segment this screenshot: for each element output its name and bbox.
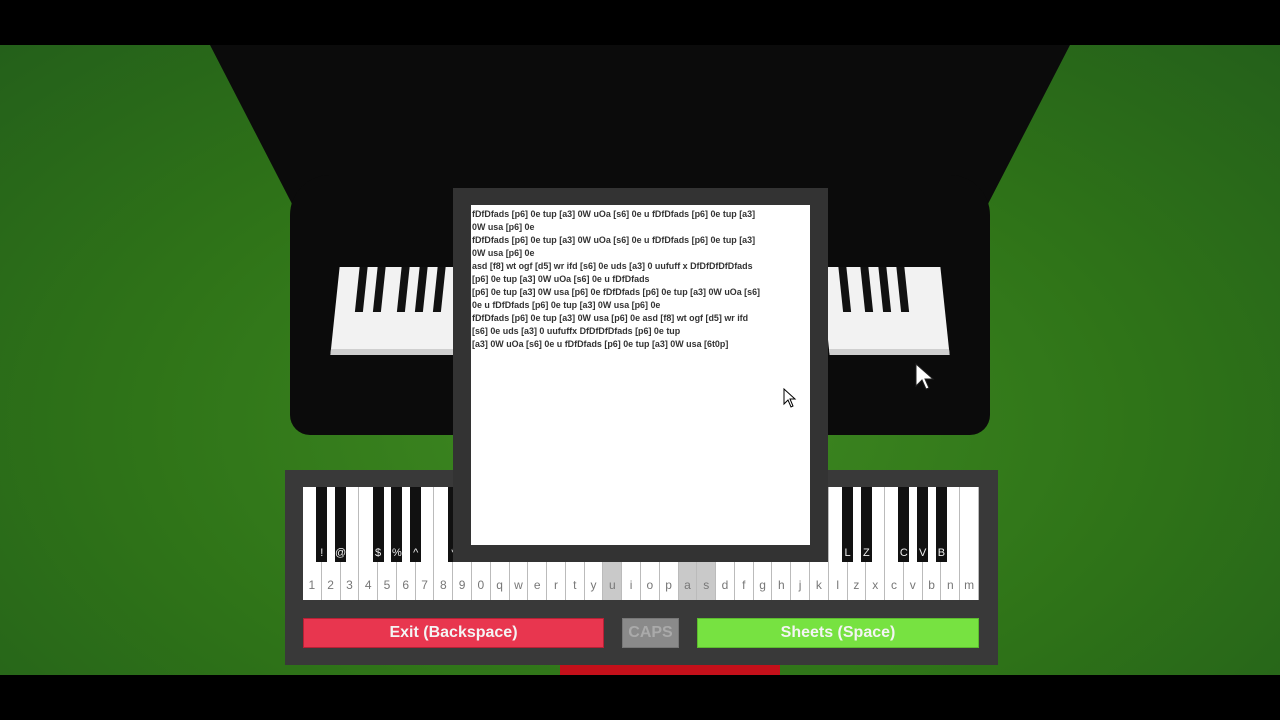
sheet-line: asd [f8] wt ogf [d5] wr ifd [s6] 0e uds …	[472, 261, 753, 272]
sheet-line: [a3] 0W uOa [s6] 0e u fDfDfads [p6] 0e t…	[472, 339, 729, 350]
black-key[interactable]: $	[372, 487, 384, 562]
black-key[interactable]: %	[391, 487, 403, 562]
exit-button[interactable]: Exit (Backspace)	[303, 618, 604, 648]
caps-button[interactable]: CAPS	[622, 618, 679, 648]
sheet-line: fDfDfads [p6] 0e tup [a3] 0W uOa [s6] 0e…	[472, 209, 756, 220]
piano-keys-left	[330, 267, 465, 355]
sheet-line: 0W usa [p6] 0e	[472, 248, 535, 259]
sheet-line: 0W usa [p6] 0e	[472, 222, 535, 233]
sheet-line: fDfDfads [p6] 0e tup [a3] 0W usa [p6] 0e…	[472, 313, 749, 324]
sheet-line: fDfDfads [p6] 0e tup [a3] 0W uOa [s6] 0e…	[472, 235, 756, 246]
sheet-music-panel: fDfDfads [p6] 0e tup [a3] 0W uOa [s6] 0e…	[453, 188, 828, 562]
piano-keys-right	[820, 267, 950, 355]
black-key[interactable]: Z	[860, 487, 872, 562]
black-key[interactable]: L	[842, 487, 854, 562]
sheet-line: [s6] 0e uds [a3] 0 uufuffx DfDfDfDfads […	[472, 326, 681, 337]
sheet-line: [p6] 0e tup [a3] 0W usa [p6] 0e fDfDfads…	[472, 287, 761, 298]
black-key[interactable]: B	[935, 487, 947, 562]
black-key[interactable]: V	[917, 487, 929, 562]
letterbox-bottom	[0, 675, 1280, 720]
black-key[interactable]: ^	[410, 487, 422, 562]
sheet-music-text[interactable]: fDfDfads [p6] 0e tup [a3] 0W uOa [s6] 0e…	[471, 205, 810, 545]
letterbox-top	[0, 0, 1280, 45]
black-key[interactable]: @	[335, 487, 346, 562]
black-key[interactable]: !	[316, 487, 328, 562]
sheet-line: 0e u fDfDfads [p6] 0e tup [a3] 0W usa [p…	[472, 300, 661, 311]
mouse-cursor-icon	[783, 387, 797, 408]
sheets-button[interactable]: Sheets (Space)	[697, 618, 979, 648]
white-key-m[interactable]: m	[960, 487, 979, 600]
game-cursor-icon	[915, 362, 935, 390]
sheet-line: [p6] 0e tup [a3] 0W uOa [s6] 0e u fDfDfa…	[472, 274, 650, 285]
black-key[interactable]: C	[898, 487, 910, 562]
